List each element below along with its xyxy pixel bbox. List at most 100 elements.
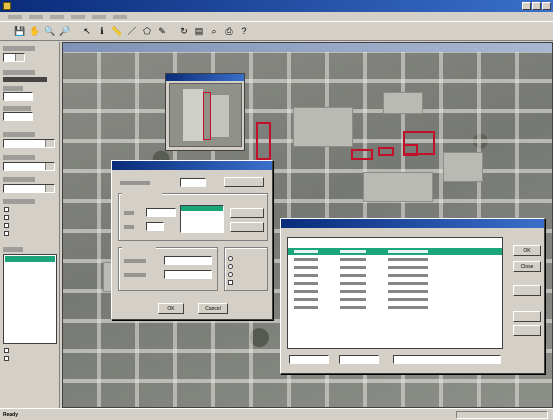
search-field[interactable] (146, 222, 164, 231)
menu-item[interactable] (29, 15, 43, 19)
menu-item[interactable] (92, 15, 106, 19)
draw-line-icon[interactable]: ／ (126, 25, 138, 37)
table-cell (340, 250, 366, 253)
table-cell (388, 274, 428, 277)
table-cell (294, 298, 318, 301)
results-button[interactable] (513, 311, 541, 322)
help-icon[interactable]: ? (238, 25, 250, 37)
inset-window[interactable] (165, 73, 245, 151)
menu-item[interactable] (50, 15, 64, 19)
menu-item[interactable] (71, 15, 85, 19)
building (383, 92, 423, 114)
detail-field[interactable] (289, 355, 329, 364)
measure-icon[interactable]: 📏 (111, 25, 123, 37)
panel-radio[interactable] (4, 215, 9, 220)
parcel-outline[interactable] (256, 122, 271, 160)
maximize-button[interactable] (532, 2, 541, 10)
panel-field[interactable] (3, 112, 33, 121)
panel-radio[interactable] (4, 356, 9, 361)
dialog-button[interactable] (230, 208, 264, 218)
results-button[interactable]: OK (513, 245, 541, 256)
panel-label (3, 177, 35, 182)
table-cell (388, 250, 428, 253)
query-icon[interactable]: ⌕ (208, 25, 220, 37)
field-label (124, 211, 134, 215)
table-cell (294, 290, 318, 293)
option-combo[interactable] (164, 270, 212, 279)
panel-combo[interactable] (3, 53, 25, 62)
table-cell (340, 258, 366, 261)
draw-polygon-icon[interactable]: ⬠ (141, 25, 153, 37)
inset-map[interactable] (169, 83, 242, 147)
field-label (124, 273, 146, 277)
panel-combo[interactable] (3, 184, 55, 193)
ok-button[interactable]: OK (158, 303, 184, 314)
minimize-button[interactable] (522, 2, 531, 10)
mode-checkbox[interactable] (228, 280, 233, 285)
group-label (122, 191, 162, 195)
table-row[interactable] (288, 264, 502, 271)
mode-radio[interactable] (228, 264, 233, 269)
table-row[interactable] (288, 288, 502, 295)
panel-label (3, 247, 23, 252)
results-table[interactable] (287, 237, 503, 349)
panel-radio[interactable] (4, 348, 9, 353)
table-row[interactable] (288, 304, 502, 311)
panel-label (3, 199, 35, 204)
parcel-outline[interactable] (403, 144, 418, 156)
pan-icon[interactable]: ✋ (29, 25, 41, 37)
table-row[interactable] (288, 280, 502, 287)
panel-field[interactable] (3, 92, 33, 101)
table-cell (340, 290, 366, 293)
identify-icon[interactable]: ℹ (96, 25, 108, 37)
results-button[interactable]: Close (513, 261, 541, 272)
cancel-button[interactable]: Cancel (198, 303, 228, 314)
results-button[interactable] (513, 325, 541, 336)
select-icon[interactable]: ↖ (81, 25, 93, 37)
parcel-outline[interactable] (351, 149, 373, 160)
zoom-in-icon[interactable]: 🔍 (44, 25, 56, 37)
mode-radio[interactable] (228, 256, 233, 261)
menu-item[interactable] (113, 15, 127, 19)
table-row[interactable] (288, 256, 502, 263)
layers-icon[interactable]: ▤ (193, 25, 205, 37)
field-label (120, 181, 150, 185)
toolbar-separator (74, 25, 78, 37)
print-icon[interactable]: ⎙ (223, 25, 235, 37)
edit-icon[interactable]: ✎ (156, 25, 168, 37)
parcel-outline[interactable] (203, 92, 211, 140)
mode-radio[interactable] (228, 272, 233, 277)
list-item-selected[interactable] (181, 206, 223, 211)
panel-radio[interactable] (4, 207, 9, 212)
refresh-icon[interactable]: ↻ (178, 25, 190, 37)
panel-radio[interactable] (4, 223, 9, 228)
table-row[interactable] (288, 240, 502, 247)
table-row[interactable] (288, 272, 502, 279)
option-combo[interactable] (164, 256, 212, 265)
close-button[interactable] (542, 2, 551, 10)
parcel-id-field[interactable] (180, 178, 206, 187)
search-field[interactable] (146, 208, 176, 217)
panel-combo[interactable] (3, 139, 55, 148)
panel-label (3, 86, 23, 91)
detail-field[interactable] (339, 355, 379, 364)
detail-combo[interactable] (393, 355, 501, 364)
dialog-button[interactable] (230, 222, 264, 232)
dialog-button[interactable] (224, 177, 264, 187)
toolbar: 💾 ✋ 🔍 🔎 ↖ ℹ 📏 ／ ⬠ ✎ ↻ ▤ ⌕ ⎙? (0, 21, 553, 41)
table-cell (388, 282, 428, 285)
parcel-outline[interactable] (378, 147, 394, 156)
field-label (124, 259, 146, 263)
table-row[interactable] (288, 296, 502, 303)
zoom-out-icon[interactable]: 🔎 (59, 25, 71, 37)
save-icon[interactable]: 💾 (14, 25, 26, 37)
menu-item[interactable] (8, 15, 22, 19)
value-list[interactable] (180, 205, 224, 233)
list-item-selected[interactable] (5, 256, 55, 262)
results-button[interactable] (513, 285, 541, 296)
panel-list[interactable] (3, 254, 57, 344)
table-row[interactable] (288, 248, 502, 255)
panel-combo[interactable] (3, 162, 55, 171)
panel-radio[interactable] (4, 231, 9, 236)
toolbar-separator (171, 25, 175, 37)
